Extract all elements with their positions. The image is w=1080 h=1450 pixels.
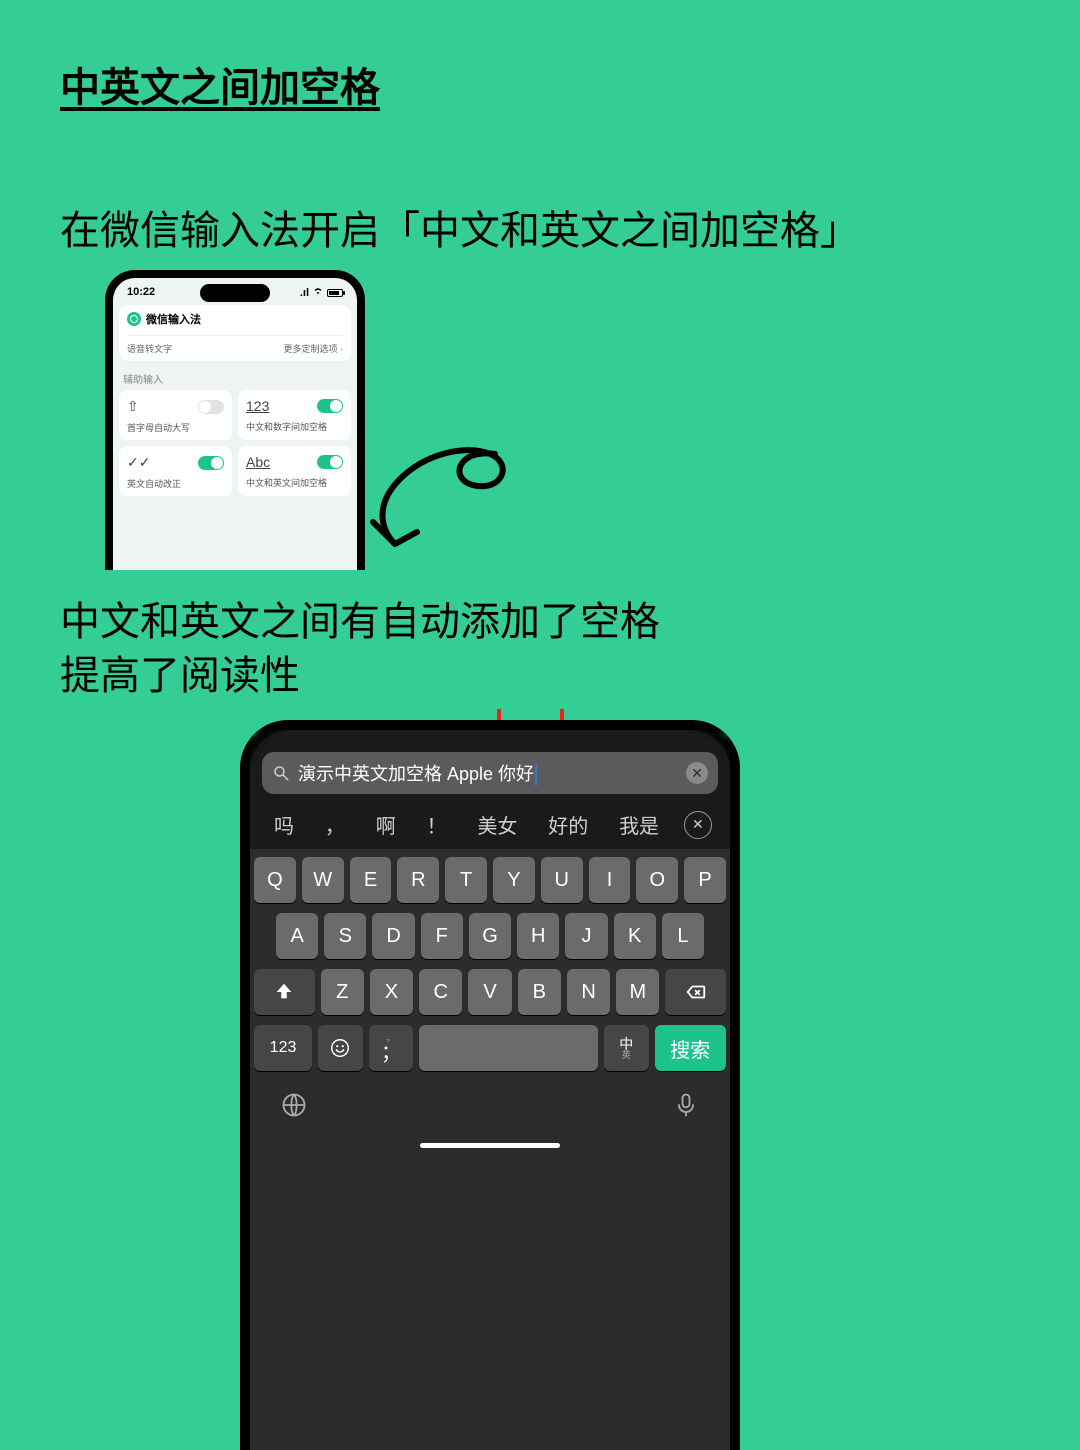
key-shift[interactable] xyxy=(254,969,315,1015)
key-lang-switch[interactable]: 中英 xyxy=(604,1025,649,1071)
wifi-icon xyxy=(312,286,324,299)
clear-button[interactable]: ✕ xyxy=(686,762,708,784)
key-x[interactable]: X xyxy=(370,969,413,1015)
row-more-options[interactable]: 更多定制选项 xyxy=(283,342,343,355)
key-a[interactable]: A xyxy=(276,913,318,959)
annotation-arrow xyxy=(355,424,515,554)
shift-icon: ⇧ xyxy=(127,398,147,415)
key-w[interactable]: W xyxy=(302,857,344,903)
toggle[interactable] xyxy=(198,400,224,414)
key-m[interactable]: M xyxy=(616,969,659,1015)
search-icon xyxy=(272,764,290,782)
key-h[interactable]: H xyxy=(517,913,559,959)
card-cn-number-space[interactable]: 123 中文和数字间加空格 xyxy=(238,390,351,440)
card-label: 首字母自动大写 xyxy=(127,421,224,434)
card-label: 中文和英文间加空格 xyxy=(246,476,343,489)
status-time: 10:22 xyxy=(127,286,155,299)
card-label: 中文和数字间加空格 xyxy=(246,420,343,433)
globe-icon[interactable] xyxy=(280,1091,308,1119)
key-return[interactable]: 搜索 xyxy=(655,1025,726,1071)
signal-icon: .ıl xyxy=(300,287,309,299)
key-j[interactable]: J xyxy=(565,913,607,959)
search-text: 演示中英文加空格 Apple 你好 xyxy=(298,760,678,786)
key-r[interactable]: R xyxy=(397,857,439,903)
check-icon: ✓✓ xyxy=(127,454,147,471)
key-f[interactable]: F xyxy=(421,913,463,959)
candidate-row: 吗 ， 啊 ！ 美女 好的 我是 ✕ xyxy=(262,808,718,841)
text-cursor xyxy=(535,764,537,786)
key-d[interactable]: D xyxy=(372,913,414,959)
backspace-icon xyxy=(685,981,707,1003)
key-q[interactable]: Q xyxy=(254,857,296,903)
instruction-2: 中文和英文之间有自动添加了空格 提高了阅读性 xyxy=(60,595,660,703)
toggle[interactable] xyxy=(198,456,224,470)
key-n[interactable]: N xyxy=(567,969,610,1015)
phone-notch xyxy=(200,284,270,302)
key-row-1: Q W E R T Y U I O P xyxy=(254,857,726,903)
key-y[interactable]: Y xyxy=(493,857,535,903)
key-e[interactable]: E xyxy=(350,857,392,903)
key-l[interactable]: L xyxy=(662,913,704,959)
candidate[interactable]: 美女 xyxy=(471,808,523,841)
key-emoji[interactable] xyxy=(318,1025,363,1071)
battery-icon xyxy=(327,289,343,297)
key-g[interactable]: G xyxy=(469,913,511,959)
key-123[interactable]: 123 xyxy=(254,1025,312,1071)
key-row-2: A S D F G H J K L xyxy=(254,913,726,959)
num-icon: 123 xyxy=(246,398,266,414)
key-t[interactable]: T xyxy=(445,857,487,903)
candidate[interactable]: ， xyxy=(319,808,351,841)
settings-grid: ⇧ 首字母自动大写 123 中文和数字间加空格 ✓✓ 英文自动改正 xyxy=(113,390,357,496)
instruction-1: 在微信输入法开启「中文和英文之间加空格」 xyxy=(60,198,860,256)
candidate-backspace[interactable]: ✕ xyxy=(684,811,712,839)
card-label: 英文自动改正 xyxy=(127,477,224,490)
key-backspace[interactable] xyxy=(665,969,726,1015)
key-p[interactable]: P xyxy=(684,857,726,903)
app-icon xyxy=(127,312,141,326)
candidate[interactable]: 啊 xyxy=(370,808,402,841)
mic-icon[interactable] xyxy=(672,1091,700,1119)
emoji-icon xyxy=(329,1037,351,1059)
key-semicolon[interactable]: 。； xyxy=(369,1025,414,1071)
section-label: 辅助输入 xyxy=(123,371,357,386)
phone-keyboard-screenshot: 演示中英文加空格 Apple 你好 ✕ 吗 ， 啊 ！ 美女 好的 我是 ✕ Q… xyxy=(240,720,740,1450)
key-row-3: Z X C V B N M xyxy=(254,969,726,1015)
card-caps-first[interactable]: ⇧ 首字母自动大写 xyxy=(119,390,232,440)
candidate[interactable]: 吗 xyxy=(268,808,300,841)
key-s[interactable]: S xyxy=(324,913,366,959)
keyboard-bottom-bar xyxy=(254,1081,726,1133)
candidate[interactable]: ！ xyxy=(421,808,453,841)
abc-icon: Abc xyxy=(246,454,266,470)
key-u[interactable]: U xyxy=(541,857,583,903)
settings-sheet: 微信输入法 语音转文字 更多定制选项 xyxy=(119,305,351,361)
keyboard: Q W E R T Y U I O P A S D F G H J K L xyxy=(250,849,730,1450)
key-c[interactable]: C xyxy=(419,969,462,1015)
row-voice-to-text[interactable]: 语音转文字 xyxy=(127,342,172,355)
key-row-4: 123 。； 中英 搜索 xyxy=(254,1025,726,1071)
key-v[interactable]: V xyxy=(468,969,511,1015)
app-name: 微信输入法 xyxy=(146,311,201,327)
key-i[interactable]: I xyxy=(589,857,631,903)
card-cn-en-space[interactable]: Abc 中文和英文间加空格 xyxy=(238,446,351,496)
home-indicator[interactable] xyxy=(420,1143,560,1148)
candidate[interactable]: 我是 xyxy=(613,808,665,841)
page-title: 中英文之间加空格 xyxy=(60,55,380,113)
toggle[interactable] xyxy=(317,399,343,413)
search-bar[interactable]: 演示中英文加空格 Apple 你好 ✕ xyxy=(262,752,718,794)
key-o[interactable]: O xyxy=(636,857,678,903)
shift-icon xyxy=(273,981,295,1003)
key-k[interactable]: K xyxy=(614,913,656,959)
key-space[interactable] xyxy=(419,1025,598,1071)
phone-settings-screenshot: 10:22 .ıl 微信输入法 语音转文字 更多定制选项 辅助输入 xyxy=(105,270,365,570)
key-b[interactable]: B xyxy=(518,969,561,1015)
toggle[interactable] xyxy=(317,455,343,469)
candidate[interactable]: 好的 xyxy=(542,808,594,841)
card-en-autocorrect[interactable]: ✓✓ 英文自动改正 xyxy=(119,446,232,496)
key-z[interactable]: Z xyxy=(321,969,364,1015)
